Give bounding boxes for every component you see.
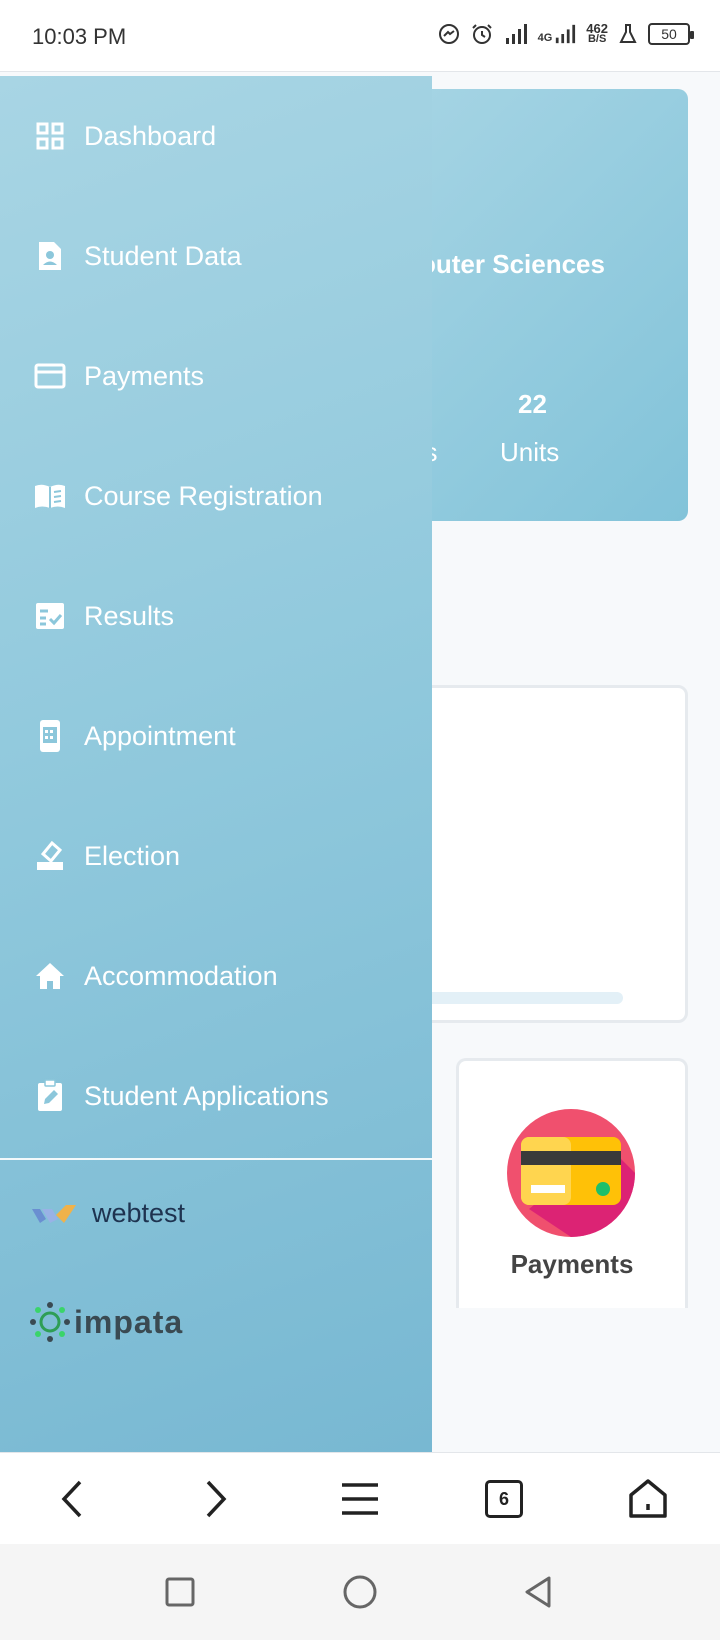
webtest-logo[interactable]: webtest — [30, 1198, 185, 1229]
checklist-icon — [32, 598, 68, 634]
home-icon — [32, 958, 68, 994]
drawer-item-label: Student Applications — [84, 1080, 329, 1111]
triangle-back-icon — [525, 1576, 551, 1608]
signal-icon — [504, 24, 528, 44]
tabs-button[interactable]: 6 — [480, 1475, 528, 1523]
navigation-drawer: Dashboard Student Data Payments Course R… — [0, 76, 432, 1452]
drawer-item-label: Results — [84, 600, 175, 631]
drawer-item-label: Election — [84, 840, 181, 871]
impata-logo-icon — [30, 1302, 70, 1342]
progress-track — [403, 992, 623, 1004]
menu-icon — [342, 1483, 378, 1515]
drawer-item-dashboard[interactable]: Dashboard — [0, 96, 432, 176]
home-icon — [629, 1479, 667, 1518]
drawer-item-payments[interactable]: Payments — [0, 336, 432, 416]
webtest-logo-text: webtest — [92, 1198, 186, 1228]
payments-card[interactable]: Payments — [456, 1058, 688, 1308]
hero-units-count: 22 — [518, 389, 547, 419]
drawer-item-appointment[interactable]: Appointment — [0, 696, 432, 776]
payments-card-icon — [507, 1109, 635, 1237]
lab-icon — [618, 23, 638, 45]
browser-home-button[interactable] — [624, 1475, 672, 1523]
open-book-icon — [32, 478, 68, 514]
recents-button[interactable] — [160, 1572, 200, 1612]
clipboard-edit-icon — [32, 1078, 68, 1114]
drawer-item-results[interactable]: Results — [0, 576, 432, 656]
forward-button[interactable] — [192, 1475, 240, 1523]
messenger-icon — [438, 23, 460, 45]
drawer-item-accommodation[interactable]: Accommodation — [0, 936, 432, 1016]
tab-count: 6 — [498, 1488, 509, 1509]
impata-logo-text: impata — [74, 1303, 184, 1340]
drawer-item-label: Dashboard — [84, 120, 217, 151]
system-home-button[interactable] — [340, 1572, 380, 1612]
system-navigation-bar — [0, 1544, 720, 1640]
back-button[interactable] — [48, 1475, 96, 1523]
phone-calendar-icon — [32, 718, 68, 754]
hero-department: outer Sciences — [420, 249, 605, 279]
system-back-button[interactable] — [518, 1572, 558, 1612]
menu-button[interactable] — [336, 1475, 384, 1523]
forward-arrow-icon — [206, 1480, 227, 1518]
dashboard-grid-icon — [32, 118, 68, 154]
impata-logo[interactable]: impata — [30, 1302, 183, 1342]
back-arrow-icon — [61, 1480, 82, 1518]
hero-units-label: Units — [500, 437, 560, 467]
tabs-icon: 6 — [485, 1480, 523, 1518]
ballot-icon — [32, 838, 68, 874]
webtest-logo-icon — [32, 1204, 76, 1223]
drawer-item-label: Payments — [84, 360, 205, 391]
signal-4g-icon: 4G — [538, 24, 577, 44]
drawer-item-student-applications[interactable]: Student Applications — [0, 1056, 432, 1136]
square-icon — [165, 1577, 195, 1607]
status-time: 10:03 PM — [32, 24, 127, 49]
student-file-icon — [32, 238, 68, 274]
alarm-icon — [470, 22, 494, 46]
status-bar: 10:03 PM 4G 462 B/S 50 — [0, 0, 720, 72]
battery-icon: 50 — [648, 23, 694, 45]
drawer-item-label: Accommodation — [84, 960, 278, 991]
credit-card-icon — [32, 358, 68, 394]
browser-toolbar: 6 — [0, 1452, 720, 1544]
payments-card-label: Payments — [510, 1249, 634, 1279]
net-speed: 462 B/S — [586, 21, 608, 45]
drawer-item-student-data[interactable]: Student Data — [0, 216, 432, 296]
drawer-item-label: Appointment — [84, 720, 236, 751]
drawer-item-label: Student Data — [84, 240, 242, 271]
circle-icon — [343, 1575, 377, 1609]
status-icons: 4G 462 B/S 50 — [438, 21, 694, 46]
drawer-item-label: Course Registration — [84, 480, 323, 511]
drawer-item-election[interactable]: Election — [0, 816, 432, 896]
drawer-item-course-registration[interactable]: Course Registration — [0, 456, 432, 536]
drawer-divider — [0, 1158, 432, 1160]
